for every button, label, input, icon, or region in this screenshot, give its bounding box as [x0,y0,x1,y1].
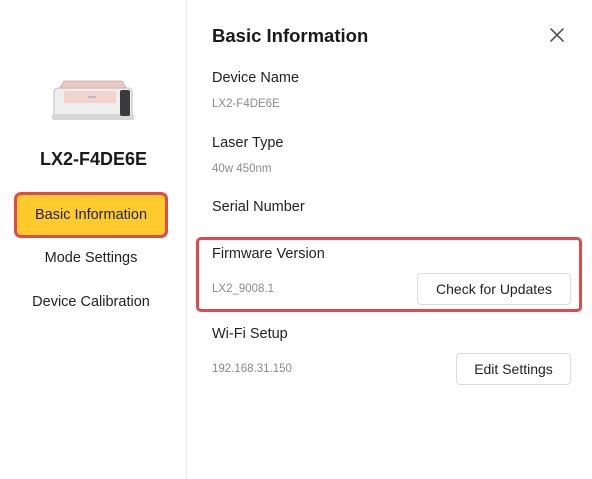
main-panel: Basic Information Device Name LX2-F4DE6E… [188,0,592,479]
device-name-heading: LX2-F4DE6E [39,149,148,169]
edit-settings-button[interactable]: Edit Settings [456,353,571,385]
serial-number-label: Serial Number [212,199,305,215]
wifi-ip-value: 192.168.31.150 [212,363,292,375]
laser-type-value: 40w 450nm [212,163,272,175]
nav-mode-settings[interactable]: Mode Settings [17,238,165,278]
check-for-updates-button[interactable]: Check for Updates [417,273,571,305]
nav-basic-information[interactable]: Basic Information [17,195,165,235]
laser-type-label: Laser Type [212,135,284,151]
device-settings-dialog: LX2-F4DE6E Basic Information Mode Settin… [0,0,592,479]
device-name-value: LX2-F4DE6E [212,98,280,110]
printer-image [52,80,134,120]
device-name-label: Device Name [212,70,300,86]
sidebar: LX2-F4DE6E Basic Information Mode Settin… [0,0,187,479]
wifi-setup-label: Wi-Fi Setup [212,326,288,342]
close-icon[interactable] [547,25,567,45]
page-title: Basic Information [212,25,369,46]
firmware-version-label: Firmware Version [212,246,325,262]
firmware-version-value: LX2_9008.1 [212,283,275,295]
nav-device-calibration[interactable]: Device Calibration [17,282,165,322]
